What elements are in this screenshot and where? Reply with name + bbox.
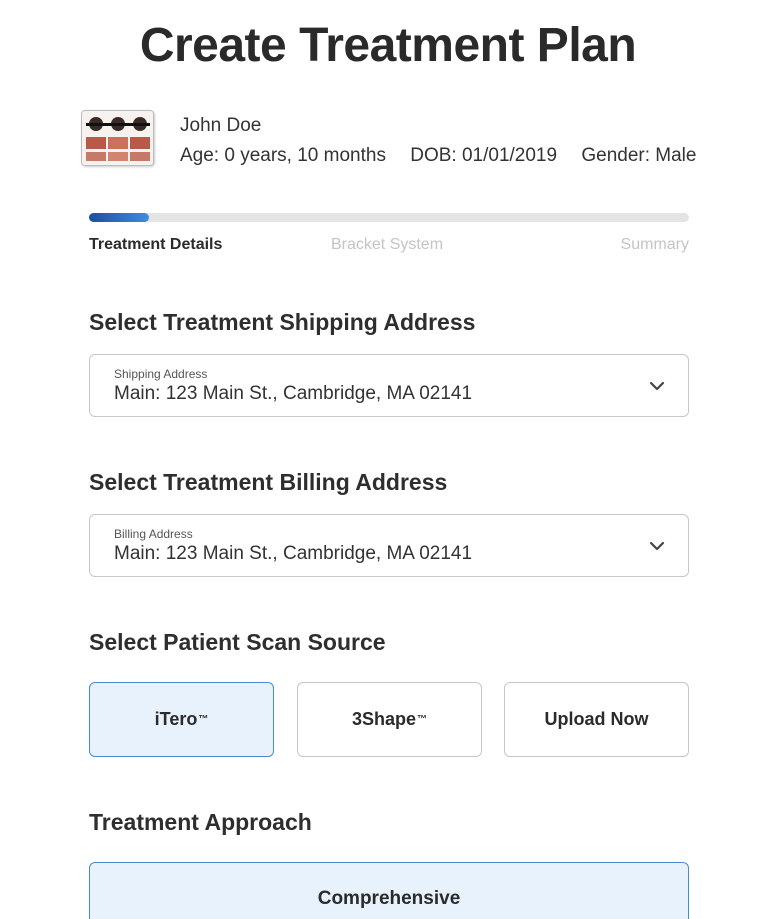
scan-source-3shape-label: 3Shape [351,709,417,729]
scan-source-upload-button[interactable]: Upload Now [504,682,689,757]
patient-dob: DOB: 01/01/2019 [410,145,558,166]
page-title: Create Treatment Plan [139,19,637,72]
shipping-address-value: Main: 123 Main St., Cambridge, MA 02141 [114,383,473,404]
approach-comprehensive-label: Comprehensive [317,888,461,909]
shipping-heading: Select Treatment Shipping Address [89,309,476,335]
patient-age: Age: 0 years, 10 months [180,145,386,166]
trademark-mark: ™ [417,714,428,725]
billing-address-select[interactable]: Billing Address Main: 123 Main St., Camb… [89,514,689,577]
scan-source-itero-label: iTero [154,709,198,729]
trademark-mark: ™ [198,714,209,725]
chevron-down-icon[interactable] [648,537,666,555]
scan-source-3shape-button[interactable]: 3Shape ™ [297,682,482,757]
billing-address-label: Billing Address [114,527,193,541]
step-bracket-system: Bracket System [331,236,444,253]
step-treatment-details: Treatment Details [89,236,223,253]
scan-source-upload-label: Upload Now [544,709,649,729]
dental-photo-collage-icon [82,111,153,165]
progress-fill [89,213,149,222]
chevron-down-icon[interactable] [648,377,666,395]
billing-heading: Select Treatment Billing Address [89,469,448,495]
shipping-address-label: Shipping Address [114,367,208,381]
scan-source-heading: Select Patient Scan Source [89,629,386,655]
progress-bar [89,213,689,222]
patient-meta: Age: 0 years, 10 months DOB: 01/01/2019 … [180,145,696,167]
scan-source-itero-button[interactable]: iTero ™ [89,682,274,757]
patient-gender: Gender: Male [581,145,697,166]
approach-comprehensive-button[interactable]: Comprehensive [89,862,689,919]
treatment-approach-heading: Treatment Approach [89,809,312,835]
billing-address-value: Main: 123 Main St., Cambridge, MA 02141 [114,543,473,564]
step-summary: Summary [620,236,689,253]
patient-name: John Doe [180,115,262,136]
avatar [81,110,154,166]
shipping-address-select[interactable]: Shipping Address Main: 123 Main St., Cam… [89,354,689,417]
